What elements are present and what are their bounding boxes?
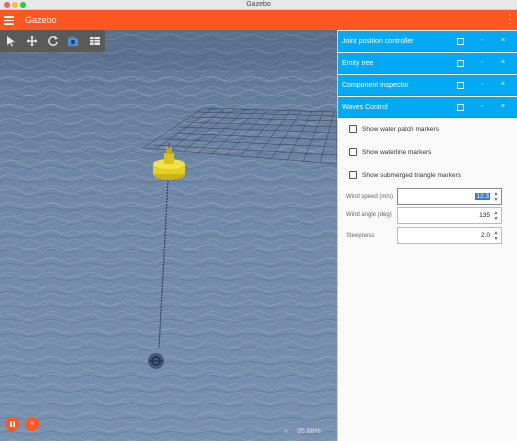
- panel-title: Entity tree: [342, 60, 374, 67]
- steepness-label: Steepness: [346, 233, 375, 239]
- ocean-scene: [0, 30, 337, 441]
- wind-speed-label: Wind speed (m/s): [346, 194, 394, 200]
- app-bar: Gazebo · · ·: [0, 10, 517, 30]
- window-title: Gazebo: [246, 1, 271, 8]
- spin-arrows-icon[interactable]: ▲ ▼: [493, 230, 499, 242]
- float-panel-icon[interactable]: [456, 81, 464, 89]
- float-panel-icon[interactable]: [456, 59, 464, 67]
- checkbox-label: Show waterline markers: [362, 148, 432, 156]
- panel-header-waves-control[interactable]: Waves Control - ×: [338, 97, 517, 118]
- close-panel-icon[interactable]: ×: [499, 59, 507, 67]
- real-time-factor-arrow-icon: »: [284, 428, 288, 435]
- checkbox-box[interactable]: [349, 125, 357, 133]
- screenshot-icon[interactable]: [63, 30, 84, 52]
- scene-3d-viewport[interactable]: [0, 30, 337, 441]
- close-panel-icon[interactable]: ×: [499, 37, 507, 45]
- minimize-panel-icon[interactable]: -: [478, 37, 486, 45]
- wind-speed-value: 12.3: [475, 193, 490, 200]
- panel-title: Component inspector: [342, 82, 409, 89]
- panel-header-component-inspector[interactable]: Component inspector - ×: [338, 75, 517, 96]
- step-simulation-button[interactable]: »: [25, 417, 39, 431]
- wind-speed-spinbox[interactable]: 12.3 ▲ ▼: [397, 188, 502, 205]
- checkbox-box[interactable]: [349, 171, 357, 179]
- real-time-factor: 35.88%: [297, 428, 321, 435]
- more-options-icon[interactable]: · · ·: [507, 11, 513, 29]
- app-title: Gazebo: [25, 15, 57, 25]
- steepness-spinbox[interactable]: 2.0 ▲ ▼: [397, 227, 502, 244]
- select-icon[interactable]: [0, 30, 21, 52]
- window-titlebar: Gazebo: [0, 0, 517, 10]
- panel-title: Joint position controller: [342, 38, 414, 45]
- spin-arrows-icon[interactable]: ▲ ▼: [493, 210, 499, 222]
- close-panel-icon[interactable]: ×: [499, 81, 507, 89]
- panel-header-joint-position-controller[interactable]: Joint position controller - ×: [338, 31, 517, 52]
- wind-angle-spinbox[interactable]: 135 ▲ ▼: [397, 207, 502, 224]
- minimize-panel-icon[interactable]: -: [478, 59, 486, 67]
- checkbox-label: Show water patch markers: [362, 125, 439, 133]
- hamburger-menu-icon[interactable]: [4, 14, 14, 26]
- float-panel-icon[interactable]: [456, 103, 464, 111]
- minimize-panel-icon[interactable]: -: [478, 81, 486, 89]
- show-water-patch-markers-checkbox[interactable]: Show water patch markers: [349, 123, 439, 135]
- scene-toolbar: [0, 30, 105, 52]
- minimize-panel-icon[interactable]: -: [478, 103, 486, 111]
- panel-title: Waves Control: [342, 104, 388, 111]
- show-waterline-markers-checkbox[interactable]: Show waterline markers: [349, 146, 431, 158]
- wind-angle-label: Wind angle (deg): [346, 212, 392, 218]
- steepness-value: 2.0: [480, 232, 490, 239]
- spin-arrows-icon[interactable]: ▲ ▼: [493, 191, 499, 203]
- close-panel-icon[interactable]: ×: [499, 103, 507, 111]
- anchor-marker: [148, 353, 164, 369]
- checkbox-label: Show submerged triangle markers: [362, 171, 461, 179]
- wind-angle-value: 135: [479, 212, 490, 219]
- show-submerged-triangle-markers-checkbox[interactable]: Show submerged triangle markers: [349, 169, 461, 181]
- pause-simulation-button[interactable]: [5, 417, 19, 431]
- panel-header-entity-tree[interactable]: Entity tree - ×: [338, 53, 517, 74]
- float-panel-icon[interactable]: [456, 37, 464, 45]
- translate-icon[interactable]: [21, 30, 42, 52]
- rotate-icon[interactable]: [42, 30, 63, 52]
- grid-config-icon[interactable]: [84, 30, 105, 52]
- checkbox-box[interactable]: [349, 148, 357, 156]
